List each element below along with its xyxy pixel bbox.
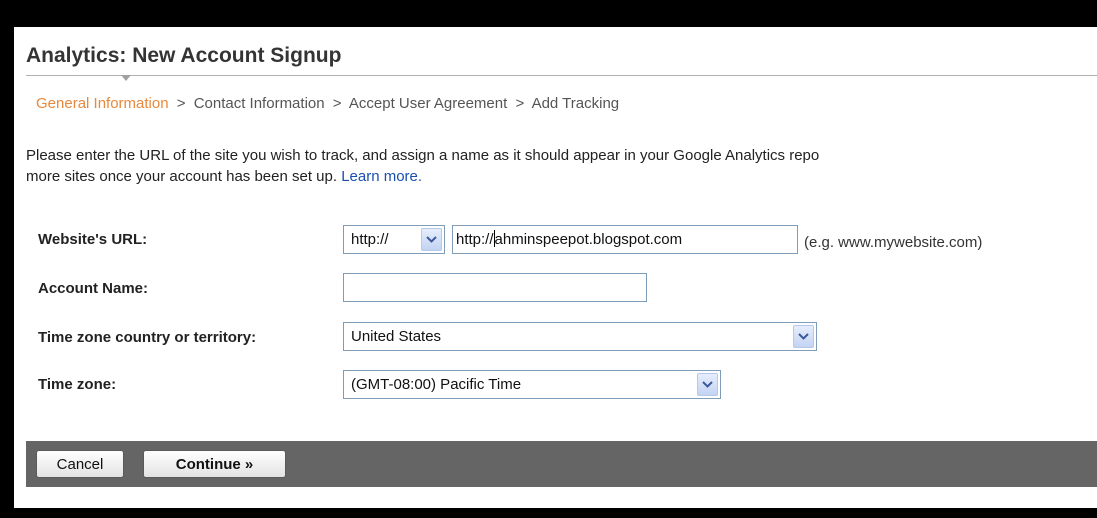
account-name-input[interactable] <box>343 273 647 302</box>
step-general-information: General Information <box>36 95 169 112</box>
cancel-button[interactable]: Cancel <box>36 450 124 478</box>
protocol-select[interactable]: http:// <box>343 225 445 254</box>
country-label: Time zone country or territory: <box>38 329 257 346</box>
signup-panel: Analytics: New Account Signup General In… <box>14 27 1097 508</box>
step-accept-user-agreement: Accept User Agreement <box>348 95 508 112</box>
chevron-down-icon[interactable] <box>421 228 442 251</box>
step-contact-information: Contact Information <box>193 95 325 112</box>
url-text-after-caret: ahminspeepot.blogspot.com <box>494 231 683 248</box>
intro-line-1: Please enter the URL of the site you wis… <box>26 147 820 164</box>
country-select-value: United States <box>351 328 442 345</box>
page-title: Analytics: New Account Signup <box>26 44 342 67</box>
website-url-input[interactable]: http://ahminspeepot.blogspot.com <box>452 225 798 254</box>
step-breadcrumb: General Information > Contact Informatio… <box>36 95 619 112</box>
url-text-before-caret: http:// <box>456 231 494 248</box>
website-url-hint: (e.g. www.mywebsite.com) <box>804 234 983 251</box>
continue-button[interactable]: Continue » <box>143 450 286 478</box>
account-name-label: Account Name: <box>38 280 149 297</box>
country-select[interactable]: United States <box>343 322 817 351</box>
step-add-tracking: Add Tracking <box>531 95 620 112</box>
protocol-select-value: http:// <box>351 231 389 248</box>
chevron-down-icon[interactable] <box>793 325 814 348</box>
form-footer: Cancel Continue » <box>26 441 1097 487</box>
learn-more-link[interactable]: Learn more. <box>341 168 422 185</box>
title-divider <box>26 75 1097 76</box>
website-url-label: Website's URL: <box>38 231 148 248</box>
step-separator: > <box>332 95 342 112</box>
step-separator: > <box>176 95 186 112</box>
intro-line-2-text: more sites once your account has been se… <box>26 168 338 185</box>
intro-text: Please enter the URL of the site you wis… <box>26 145 1097 187</box>
step-pointer-icon <box>121 75 131 81</box>
step-separator: > <box>515 95 525 112</box>
timezone-select-value: (GMT-08:00) Pacific Time <box>351 376 522 393</box>
chevron-down-icon[interactable] <box>697 373 718 396</box>
timezone-select[interactable]: (GMT-08:00) Pacific Time <box>343 370 721 399</box>
intro-line-2: more sites once your account has been se… <box>26 166 1097 187</box>
timezone-label: Time zone: <box>38 376 117 393</box>
